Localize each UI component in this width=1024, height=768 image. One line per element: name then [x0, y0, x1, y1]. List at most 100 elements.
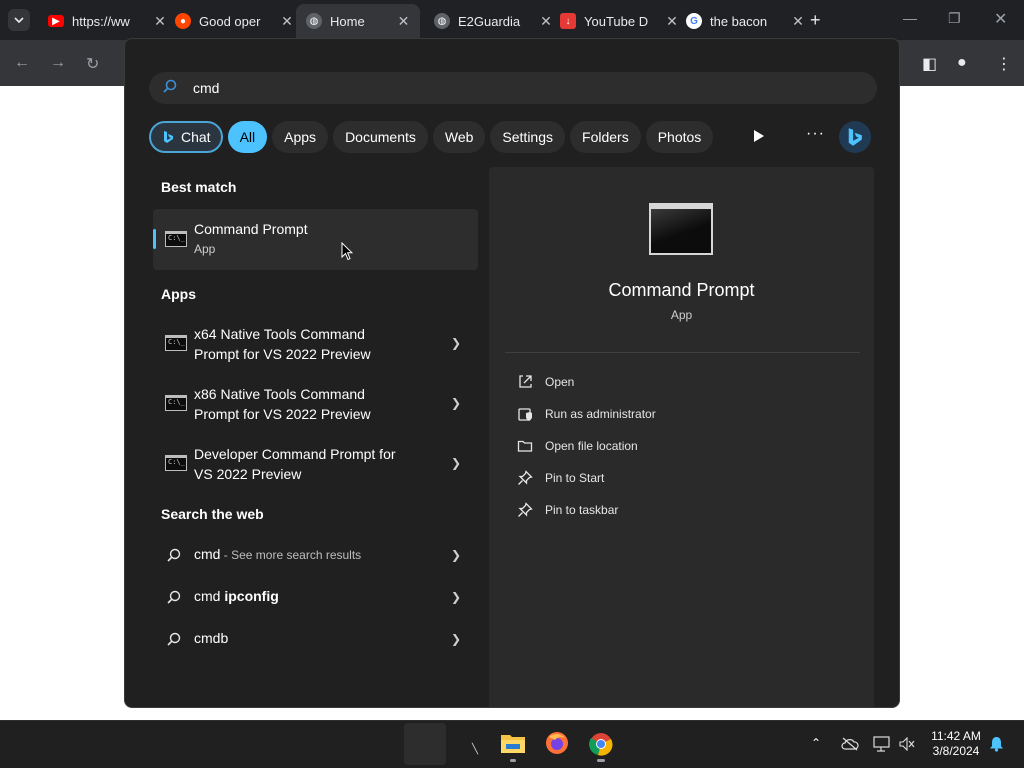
notification-bell-icon[interactable] — [989, 736, 1004, 752]
browser-tab-3[interactable]: ◍ Home ✕ — [296, 4, 420, 38]
preview-pane: Command Prompt App Open Run as administr… — [489, 167, 874, 707]
close-tab-icon[interactable]: ✕ — [279, 13, 295, 30]
chevron-right-icon[interactable]: ❯ — [451, 632, 461, 646]
best-match-heading: Best match — [161, 179, 237, 195]
google-icon: G — [686, 13, 702, 29]
filter-label: Chat — [181, 129, 211, 145]
action-pin-to-taskbar[interactable]: Pin to taskbar — [517, 500, 618, 520]
tab-search-button[interactable] — [8, 9, 30, 31]
filter-label: Web — [444, 129, 474, 145]
filter-label: All — [239, 129, 256, 145]
running-indicator — [597, 759, 605, 762]
filter-label: Documents — [345, 129, 416, 145]
chrome-icon[interactable] — [589, 732, 613, 756]
web-result-query: cmd — [194, 546, 221, 562]
side-panel-icon[interactable]: ◧ — [922, 54, 937, 74]
browser-tab-bar: ▶ https://ww ✕ ● Good oper ✕ ◍ Home ✕ ◍ … — [0, 0, 1024, 40]
search-box[interactable] — [149, 72, 877, 104]
command-prompt-icon: C:\_ — [165, 231, 187, 247]
search-icon — [167, 590, 181, 604]
app-result-line2: Prompt for VS 2022 Preview — [194, 346, 371, 362]
forward-icon[interactable]: → — [50, 54, 66, 72]
filter-folders[interactable]: Folders — [570, 121, 641, 153]
filter-settings[interactable]: Settings — [490, 121, 566, 153]
chevron-up-icon[interactable]: ⌃ — [811, 736, 821, 750]
cloud-offline-icon[interactable] — [841, 737, 859, 751]
filter-label: Folders — [582, 129, 629, 145]
chevron-right-icon[interactable]: ❯ — [451, 396, 461, 410]
search-icon — [167, 548, 181, 562]
running-indicator — [510, 759, 516, 762]
bing-icon — [848, 128, 862, 146]
search-filters: Chat All Apps Documents Web Settings Fol… — [149, 120, 718, 154]
browser-tab-4[interactable]: ◍ E2Guardia ✕ — [424, 4, 564, 38]
filter-all[interactable]: All — [227, 121, 268, 153]
search-input[interactable] — [193, 78, 793, 98]
action-label: Pin to Start — [545, 471, 605, 485]
clock[interactable]: 11:42 AM 3/8/2024 — [922, 729, 990, 759]
reload-icon[interactable]: ↻ — [86, 54, 99, 74]
chevron-right-icon[interactable]: ❯ — [451, 456, 461, 470]
close-tab-icon[interactable]: ✕ — [790, 13, 806, 30]
chevron-right-icon[interactable]: ❯ — [451, 336, 461, 350]
folder-icon — [517, 440, 533, 452]
app-result-line1: x64 Native Tools Command — [194, 326, 365, 342]
search-web-heading: Search the web — [161, 506, 264, 522]
web-result-query: cmdb — [194, 630, 229, 646]
network-icon[interactable] — [873, 736, 891, 752]
close-tab-icon[interactable]: ✕ — [397, 13, 410, 30]
preview-title: Command Prompt — [608, 280, 755, 300]
chevron-right-icon[interactable]: ❯ — [451, 590, 461, 604]
command-prompt-icon — [649, 203, 713, 255]
back-icon[interactable]: ← — [14, 54, 30, 72]
browser-tab-6[interactable]: G the bacon ✕ — [676, 4, 816, 38]
action-open-file-location[interactable]: Open file location — [517, 436, 638, 456]
close-window-icon[interactable]: ✕ — [994, 9, 1007, 29]
action-open[interactable]: Open — [517, 372, 574, 392]
filter-web[interactable]: Web — [432, 121, 486, 153]
mouse-cursor-icon — [341, 242, 353, 261]
menu-icon[interactable]: ⋮ — [996, 54, 1012, 74]
tab-title: https://ww — [72, 13, 130, 29]
filter-chat[interactable]: Chat — [149, 121, 223, 153]
new-tab-button[interactable]: + — [810, 10, 821, 31]
download-icon: ↓ — [560, 13, 576, 29]
firefox-icon[interactable] — [545, 731, 569, 755]
tab-title: Home — [330, 13, 365, 29]
bing-chat-button[interactable] — [839, 121, 871, 153]
web-result-text: cmd ipconfig — [194, 588, 279, 604]
command-prompt-icon: C:\_ — [165, 395, 187, 411]
minimize-icon[interactable]: — — [903, 10, 917, 26]
start-button[interactable] — [404, 723, 446, 765]
pin-icon — [518, 502, 533, 517]
app-result-line1: x86 Native Tools Command — [194, 386, 365, 402]
reddit-icon: ● — [175, 13, 191, 29]
divider — [505, 352, 860, 353]
filter-documents[interactable]: Documents — [333, 121, 428, 153]
browser-tab-5[interactable]: ↓ YouTube D ✕ — [550, 4, 690, 38]
filter-label: Apps — [284, 129, 317, 145]
best-match-title: Command Prompt — [194, 221, 308, 237]
browser-tab-2[interactable]: ● Good oper ✕ — [165, 4, 305, 38]
web-result-text: cmd - See more search results — [194, 546, 361, 562]
more-options-icon[interactable]: ··· — [806, 125, 825, 143]
search-taskbar-icon[interactable]: ╲ — [472, 744, 478, 755]
play-icon[interactable] — [753, 129, 765, 143]
tab-title: Good oper — [199, 13, 261, 29]
restore-icon[interactable]: ❐ — [948, 10, 961, 27]
tab-title: the bacon — [710, 13, 768, 29]
filter-photos[interactable]: Photos — [645, 121, 714, 153]
filter-apps[interactable]: Apps — [272, 121, 329, 153]
browser-tab-1[interactable]: ▶ https://ww ✕ — [38, 4, 178, 38]
pin-icon — [518, 470, 533, 485]
file-explorer-icon[interactable] — [500, 732, 526, 754]
profile-icon[interactable]: ● — [957, 54, 967, 72]
chevron-right-icon[interactable]: ❯ — [451, 548, 461, 562]
best-match-item[interactable]: C:\_ Command Prompt App — [153, 209, 478, 270]
open-icon — [519, 375, 532, 388]
volume-muted-icon[interactable] — [899, 737, 915, 751]
globe-icon: ◍ — [306, 13, 322, 29]
search-icon — [163, 79, 177, 93]
action-run-as-admin[interactable]: Run as administrator — [517, 404, 656, 424]
action-pin-to-start[interactable]: Pin to Start — [517, 468, 604, 488]
